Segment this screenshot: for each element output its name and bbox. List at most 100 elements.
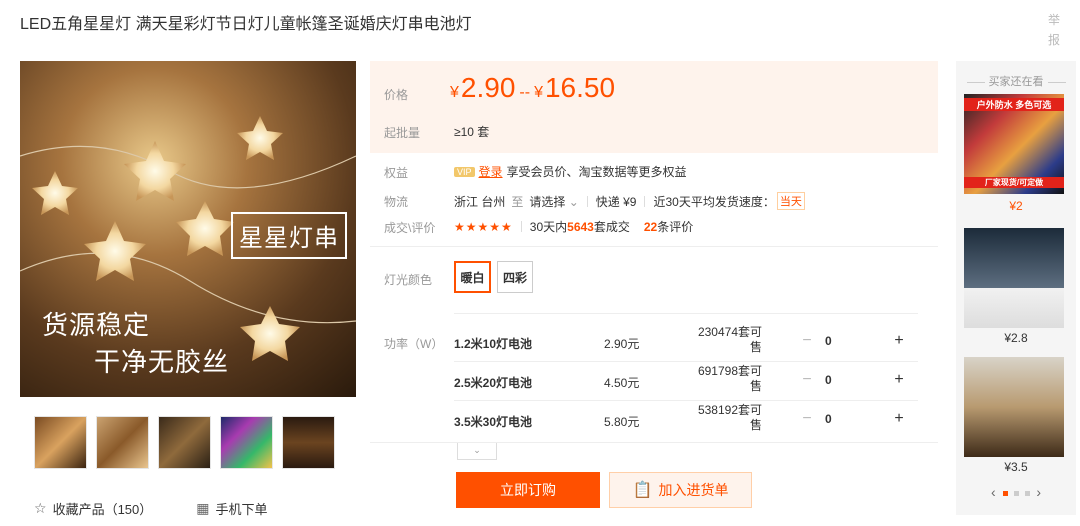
- power-label: 功率（W）: [384, 337, 444, 351]
- sku-name: 1.2米10灯电池: [454, 337, 533, 351]
- quantity-stepper: − 0 +: [795, 368, 911, 392]
- reviews-count[interactable]: 22: [644, 220, 657, 234]
- clipboard-icon: 📋: [632, 482, 653, 499]
- rail-title: 买家还在看: [956, 73, 1076, 89]
- sku-stock: 538192套可售: [697, 403, 762, 432]
- deals-row: ★★★★★ 30天内 5643 套成交 22 条评价: [454, 218, 693, 235]
- quantity-input[interactable]: 0: [819, 329, 879, 353]
- quantity-input[interactable]: 0: [819, 368, 879, 392]
- pager-dot[interactable]: [1013, 490, 1019, 496]
- report-link[interactable]: 举报: [1044, 10, 1064, 50]
- decrement-button[interactable]: −: [795, 368, 819, 392]
- pager-dot[interactable]: [1024, 490, 1030, 496]
- divider: [370, 246, 938, 247]
- image-band-top: 户外防水 多色可选: [964, 98, 1064, 111]
- favorite-label: 收藏产品（150）: [52, 502, 153, 517]
- increment-button[interactable]: +: [887, 329, 911, 353]
- also-viewed-rail: 买家还在看 户外防水 多色可选 厂家现货/可定做 ¥2 ¥2.8 ¥3.5 ‹ …: [956, 61, 1076, 515]
- recommended-item-image[interactable]: [964, 228, 1064, 328]
- sku-stock: 691798套可售: [697, 364, 762, 393]
- decrement-button[interactable]: −: [795, 329, 819, 353]
- quantity-input[interactable]: 0: [819, 407, 879, 431]
- to-text: 至: [511, 194, 524, 209]
- rating-stars: ★★★★★: [454, 219, 513, 234]
- color-option-four-color[interactable]: 四彩: [497, 261, 533, 293]
- qr-code-icon: ▦: [196, 500, 210, 516]
- rights-text: 享受会员价、淘宝数据等更多权益: [506, 165, 687, 179]
- sku-row: 2.5米20灯电池 4.50元 691798套可售 − 0 +: [454, 362, 918, 400]
- color-option-warm-white[interactable]: 暖白: [454, 261, 491, 293]
- sku-name: 2.5米20灯电池: [454, 376, 533, 390]
- price-low: 2.90: [460, 72, 516, 103]
- divider: [370, 442, 938, 443]
- thumbnail-strip: [34, 416, 335, 469]
- thumbnail[interactable]: [96, 416, 149, 469]
- rail-pager: ‹ ›: [956, 484, 1076, 500]
- main-product-image[interactable]: 星星灯串 货源稳定 干净无胶丝: [20, 61, 356, 397]
- next-arrow-icon[interactable]: ›: [1036, 484, 1041, 500]
- color-label: 灯光颜色: [384, 273, 433, 287]
- price-label: 价格: [384, 88, 409, 102]
- divider: [644, 195, 646, 207]
- deals-label: 成交\评价: [384, 221, 436, 235]
- speed-label: 近30天平均发货速度：: [653, 194, 775, 209]
- divider: [586, 195, 588, 207]
- divider: [454, 313, 918, 314]
- star-outline-icon: ☆: [34, 500, 47, 516]
- vip-badge: VIP: [454, 166, 475, 177]
- price-high: 16.50: [544, 72, 616, 103]
- thumbnail[interactable]: [282, 416, 335, 469]
- increment-button[interactable]: +: [887, 368, 911, 392]
- pager-dot[interactable]: [1002, 490, 1008, 496]
- decrement-button[interactable]: −: [795, 407, 819, 431]
- favorite-button[interactable]: ☆ 收藏产品（150）: [34, 499, 152, 518]
- thumbnail[interactable]: [220, 416, 273, 469]
- recommended-item-price[interactable]: ¥2.8: [956, 331, 1076, 345]
- sku-price: 4.50元: [604, 376, 640, 390]
- deals-suffix: 套成交: [593, 220, 630, 234]
- image-band-bottom: 厂家现货/可定做: [964, 177, 1064, 188]
- sku-price: 5.80元: [604, 415, 640, 429]
- chevron-down-icon: ⌄: [568, 194, 579, 209]
- rights-label: 权益: [384, 166, 409, 180]
- origin: 浙江 台州: [454, 194, 506, 209]
- mobile-order-label: 手机下单: [215, 502, 268, 517]
- login-link[interactable]: 登录: [479, 163, 503, 180]
- destination-select[interactable]: 请选择 ⌄: [529, 193, 578, 210]
- recommended-item-price[interactable]: ¥2: [956, 199, 1076, 213]
- prev-arrow-icon[interactable]: ‹: [991, 484, 996, 500]
- add-to-cart-label: 加入进货单: [658, 482, 729, 498]
- image-tag: 星星灯串: [231, 212, 347, 259]
- quantity-stepper: − 0 +: [795, 407, 911, 431]
- price-separator: --: [519, 84, 531, 101]
- add-to-cart-button[interactable]: 📋 加入进货单: [609, 472, 752, 508]
- destination-select-label: 请选择: [529, 194, 566, 209]
- thumbnail[interactable]: [34, 416, 87, 469]
- quantity-stepper: − 0 +: [795, 329, 911, 353]
- sku-price: 2.90元: [604, 337, 640, 351]
- currency-symbol: ¥: [534, 84, 543, 101]
- currency-symbol: ¥: [450, 84, 459, 101]
- price-range: ¥ 2.90 -- ¥ 16.50: [450, 72, 615, 104]
- recommended-item-image[interactable]: [964, 357, 1064, 457]
- image-slogan-1: 货源稳定: [42, 311, 151, 341]
- order-now-button[interactable]: 立即订购: [456, 472, 600, 508]
- recommended-item-price[interactable]: ¥3.5: [956, 460, 1076, 474]
- divider: [520, 221, 522, 232]
- increment-button[interactable]: +: [887, 407, 911, 431]
- rights-row: VIP 登录 享受会员价、淘宝数据等更多权益: [454, 163, 687, 180]
- logistics-label: 物流: [384, 195, 409, 209]
- sku-name: 3.5米30灯电池: [454, 415, 533, 429]
- reviews-suffix[interactable]: 条评价: [657, 218, 693, 235]
- moq-label: 起批量: [384, 126, 421, 140]
- express-fee: 快递 ¥9: [595, 194, 637, 209]
- recommended-item-image[interactable]: 户外防水 多色可选 厂家现货/可定做: [964, 94, 1064, 194]
- sku-row: 3.5米30灯电池 5.80元 538192套可售 − 0 +: [454, 401, 918, 439]
- product-title: LED五角星星灯 满天星彩灯节日灯儿童帐篷圣诞婚庆灯串电池灯: [20, 16, 472, 33]
- thumbnail[interactable]: [158, 416, 211, 469]
- deals-prefix: 30天内: [529, 220, 568, 234]
- speed-value: 当天: [776, 192, 805, 210]
- mobile-order-button[interactable]: ▦ 手机下单: [196, 499, 267, 518]
- chevron-down-icon: ⌄: [473, 445, 481, 455]
- expand-more-button[interactable]: ⌄: [457, 443, 497, 460]
